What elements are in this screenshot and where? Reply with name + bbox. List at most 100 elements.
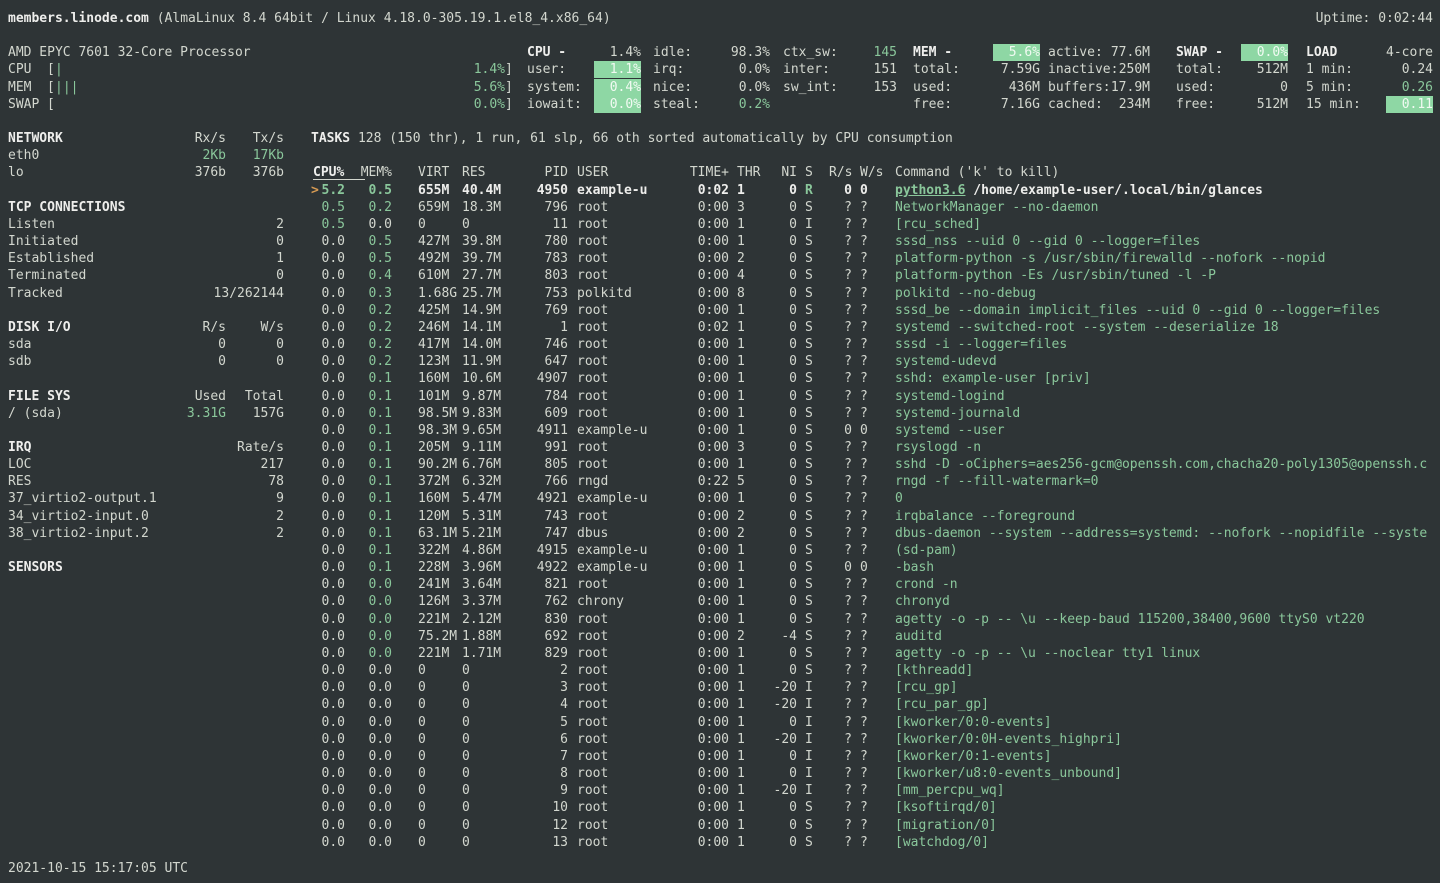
proc-virt: 228M [418,559,461,576]
proc-state: S [805,645,817,662]
tasks-summary-row: TASKS 128 (150 thr), 1 run, 61 slp, 66 o… [0,130,1440,147]
proc-time: 0:00 [689,731,729,748]
proc-virt: 372M [418,473,461,490]
proc-cpu: 0.0 [313,593,345,610]
proc-state: I [805,782,817,799]
proc-res: 6.76M [462,456,508,473]
proc-virt: 610M [418,267,461,284]
proc-threads: 1 [737,370,762,387]
proc-nice: 0 [767,370,797,387]
proc-res: 10.6M [462,370,508,387]
proc-pid: 796 [508,199,568,216]
proc-pid: 692 [508,628,568,645]
proc-mem: 0.2 [352,353,392,370]
proc-cpu: 0.0 [313,696,345,713]
col-header-cmd: Command ('k' to kill) [895,164,1440,181]
proc-read-rate: 0 [829,559,852,576]
proc-state: I [805,216,817,233]
proc-read-rate: ? [829,714,852,731]
proc-user: root [577,388,657,405]
proc-time: 0:00 [689,817,729,834]
proc-command: systemd --user [895,422,1440,439]
proc-mem: 0.0 [352,645,392,662]
proc-read-rate: ? [829,748,852,765]
proc-cpu: 0.0 [313,559,345,576]
col-header-user: USER [577,164,657,181]
proc-user: root [577,353,657,370]
load-stat-row: 5 min:0.26 [0,79,1440,96]
command-args: --user [950,423,1005,438]
command-name: sshd: [895,371,934,386]
proc-user: rngd [577,473,657,490]
proc-mem: 0.2 [352,336,392,353]
command-name: systemd-udevd [895,354,997,369]
tasks-summary: TASKS 128 (150 thr), 1 run, 61 slp, 66 o… [311,130,953,147]
proc-pid: 753 [508,285,568,302]
proc-pid: 9 [508,782,568,799]
proc-virt: 0 [418,799,461,816]
proc-nice: 0 [767,422,797,439]
clock: 2021-10-15 15:17:05 UTC [8,860,188,877]
process-row: 0.50.00011root0:0010I??[rcu_sched] [0,216,1440,233]
process-row: 0.00.2425M14.9M769root0:0010S??sssd_be -… [0,302,1440,319]
proc-mem: 0.1 [352,490,392,507]
proc-write-rate: ? [860,834,883,851]
proc-command: crond -n [895,576,1440,593]
command-name: [mm_percpu_wq] [895,783,1005,798]
command-name: agetty [895,646,942,661]
proc-mem: 0.1 [352,456,392,473]
proc-res: 0 [462,799,508,816]
host-and-os: members.linode.com (AlmaLinux 8.4 64bit … [8,10,611,27]
proc-user: example-u [577,542,657,559]
command-args: -s /usr/sbin/firewalld --nofork --nopid [1012,251,1325,266]
proc-command: [kworker/0:0H-events_highpri] [895,731,1440,748]
proc-pid: 783 [508,250,568,267]
proc-time: 0:00 [689,199,729,216]
proc-virt: 655M [418,182,461,199]
proc-user: root [577,679,657,696]
process-row: 0.00.0221M1.71M829root0:0010S??agetty -o… [0,645,1440,662]
proc-pid: 4911 [508,422,568,439]
proc-cpu: 0.0 [313,353,345,370]
proc-mem: 0.1 [352,439,392,456]
proc-command: [kworker/u8:0-events_unbound] [895,765,1440,782]
network-item-label: eth0 [8,147,39,164]
proc-user: root [577,267,657,284]
proc-cpu: 0.0 [313,714,345,731]
load-value-15min: 0.11 [1386,96,1433,113]
col-header-time: TIME+ [689,164,729,181]
proc-write-rate: 0 [860,182,883,199]
proc-nice: 0 [767,473,797,490]
proc-user: root [577,233,657,250]
proc-read-rate: ? [829,662,852,679]
command-name: irqbalance [895,509,973,524]
proc-user: root [577,662,657,679]
proc-command: rngd -f --fill-watermark=0 [895,473,1440,490]
proc-write-rate: ? [860,714,883,731]
proc-threads: 1 [737,714,762,731]
command-args: --uid 0 --gid 0 --logger=files [958,234,1201,249]
proc-user: root [577,696,657,713]
proc-threads: 1 [737,388,762,405]
proc-virt: 98.3M [418,422,461,439]
col-header-virt: VIRT [418,164,461,181]
proc-res: 9.65M [462,422,508,439]
command-name: [rcu_sched] [895,217,981,232]
process-row: 0.00.1101M9.87M784root0:0010S??systemd-l… [0,388,1440,405]
proc-threads: 1 [737,319,762,336]
glances-terminal[interactable]: members.linode.com (AlmaLinux 8.4 64bit … [0,0,1440,883]
proc-pid: 991 [508,439,568,456]
proc-mem: 0.1 [352,473,392,490]
proc-res: 9.87M [462,388,508,405]
proc-pid: 609 [508,405,568,422]
proc-threads: 1 [737,490,762,507]
command-name: systemd-journald [895,406,1020,421]
proc-virt: 90.2M [418,456,461,473]
process-row: 0.00.163.1M5.21M747dbus0:0020S??dbus-dae… [0,525,1440,542]
proc-threads: 1 [737,765,762,782]
proc-read-rate: ? [829,731,852,748]
proc-write-rate: ? [860,405,883,422]
proc-virt: 246M [418,319,461,336]
proc-virt: 1.68G [418,285,461,302]
proc-mem: 0.1 [352,559,392,576]
